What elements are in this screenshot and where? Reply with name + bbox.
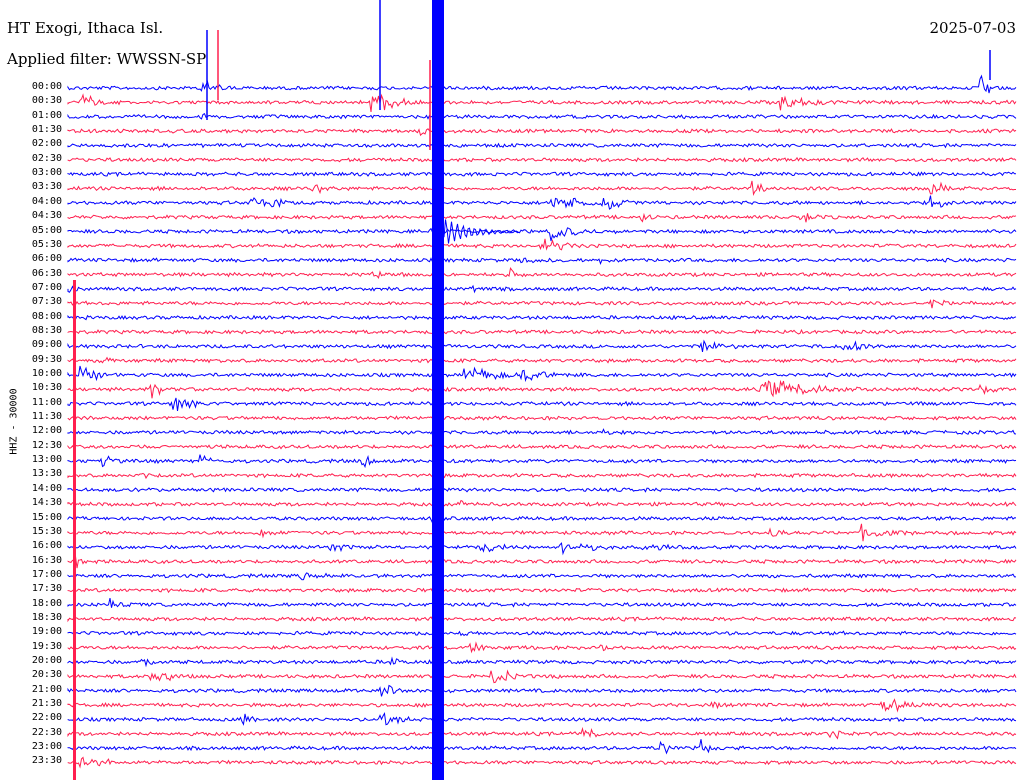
trace-row (67, 454, 1017, 469)
trace-row (67, 597, 1017, 608)
trace-row (67, 556, 1017, 569)
trace-row (67, 93, 1017, 112)
trace-row (67, 572, 1016, 581)
trace-row (67, 227, 1017, 242)
trace-row (67, 487, 1017, 493)
saturated-event-band (432, 0, 444, 780)
seismogram-plot (67, 0, 1017, 780)
trace-row (67, 171, 1016, 178)
trace-row (67, 472, 1017, 480)
trace-row (67, 739, 1017, 755)
trace-row (67, 397, 1017, 411)
trace-row (67, 238, 1017, 251)
trace-row (67, 698, 1017, 713)
trace-row (67, 284, 1017, 294)
trace-row (67, 113, 1017, 120)
trace-row (67, 156, 1017, 163)
trace-row (67, 339, 1017, 352)
trace-row (67, 365, 1017, 383)
trace-row (67, 684, 1017, 697)
trace-row (67, 712, 1017, 726)
trace-row (67, 356, 1017, 364)
trace-row (67, 523, 1017, 542)
trace-row (67, 656, 1017, 668)
trace-row (67, 443, 1017, 450)
trace-row (67, 415, 1017, 421)
trace-row (67, 328, 1017, 335)
event-coda (443, 219, 520, 244)
trace-row (67, 266, 1017, 280)
trace-row (67, 630, 1017, 637)
trace-row (67, 379, 1017, 399)
trace-row (67, 587, 1017, 594)
trace-row (67, 428, 1017, 436)
trace-row (67, 142, 1017, 149)
trace-row (67, 212, 1017, 223)
trace-row (67, 669, 1017, 684)
trace-row (67, 74, 1017, 94)
trace-row (67, 257, 1017, 266)
trace-row (67, 180, 1016, 197)
trace-row (67, 128, 1017, 137)
trace-row (67, 756, 1017, 769)
trace-row (67, 514, 1017, 525)
trace-row (67, 616, 1017, 623)
trace-row (67, 726, 1017, 740)
trace-row (67, 641, 1017, 654)
trace-row (67, 499, 1017, 508)
trace-row (67, 195, 1017, 210)
trace-row (67, 299, 1017, 309)
trace-row (67, 542, 1017, 556)
left-edge-strip (73, 280, 76, 780)
trace-row (67, 314, 1017, 321)
